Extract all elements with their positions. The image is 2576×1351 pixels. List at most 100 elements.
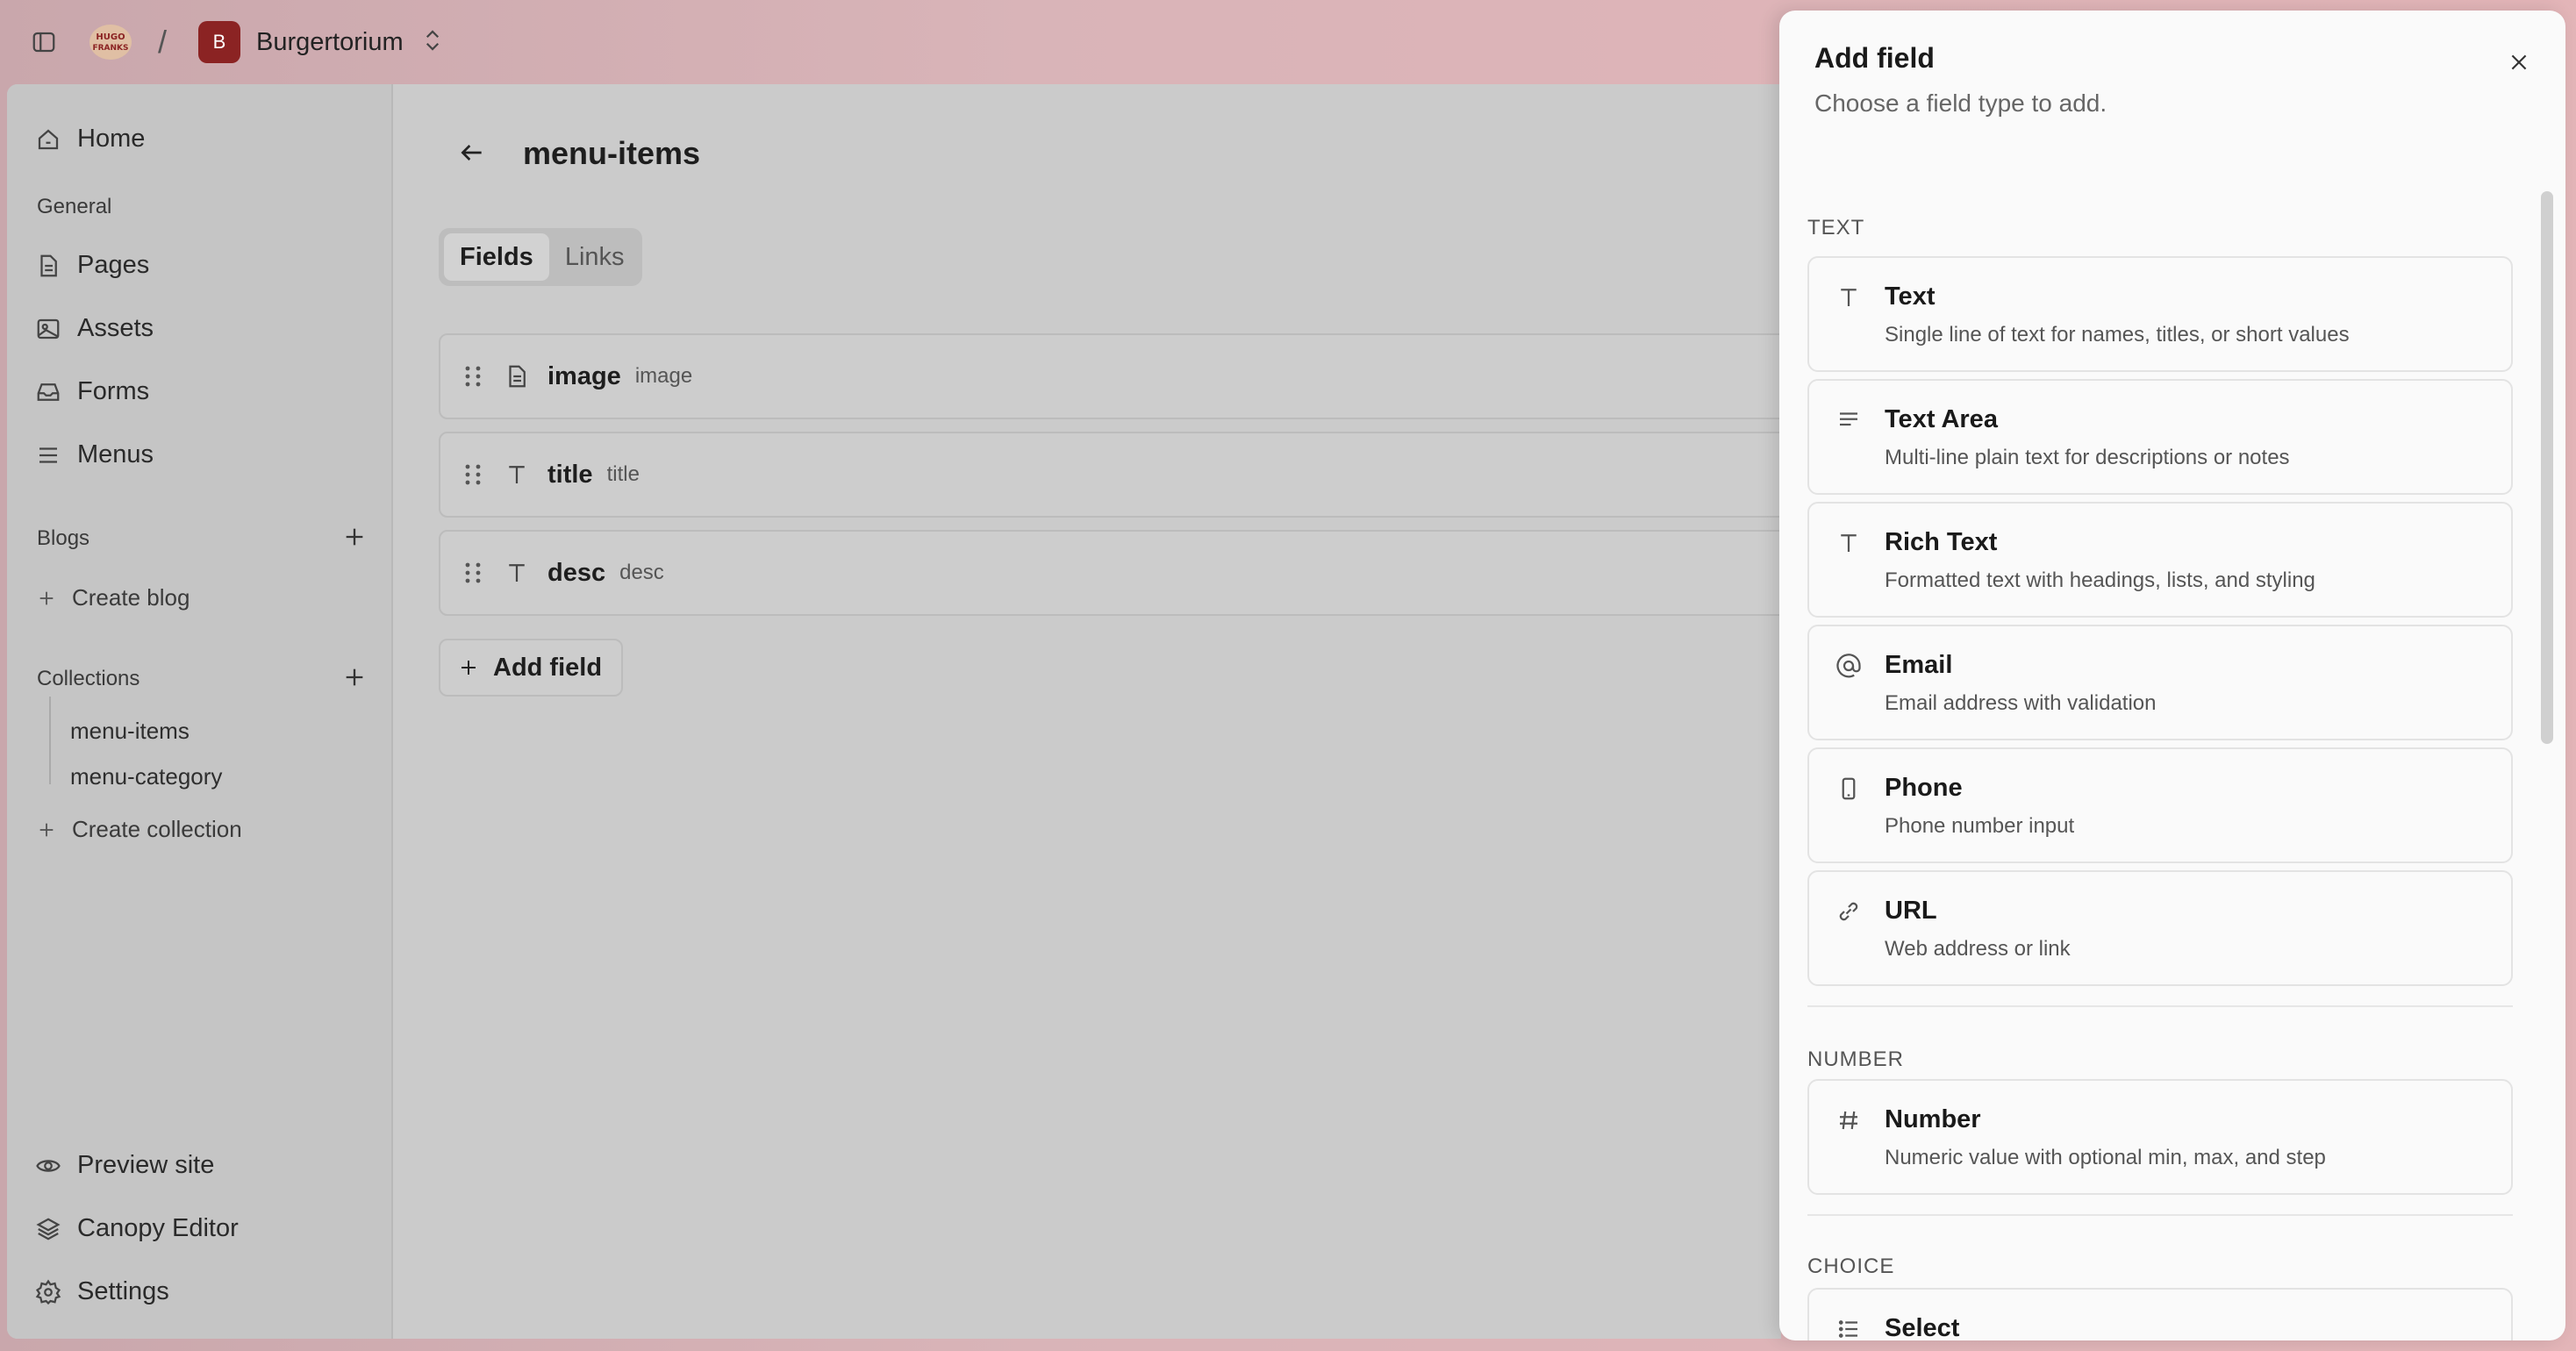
arrow-left-icon[interactable]: [458, 139, 486, 171]
list-icon: [1838, 1320, 1857, 1338]
field-type-url[interactable]: URL Web address or link: [1807, 870, 2513, 986]
sidebar-item-pages[interactable]: Pages: [35, 251, 149, 280]
sidebar-item-label: Forms: [77, 377, 150, 405]
sidebar-item-label: Home: [77, 125, 146, 153]
svg-text:FRANKS: FRANKS: [92, 44, 128, 53]
drawer-title: Add field: [1814, 42, 1935, 74]
field-type-text[interactable]: Text Single line of text for names, titl…: [1807, 256, 2513, 372]
add-collection-plus-icon[interactable]: [342, 665, 367, 694]
file-icon: [40, 254, 57, 276]
create-blog-button[interactable]: Create blog: [37, 584, 190, 611]
home-icon: [38, 129, 59, 149]
collection-tree-line: [49, 697, 51, 784]
tab-links[interactable]: Links: [549, 233, 640, 281]
section-label-collections: Collections: [37, 667, 140, 690]
field-row-image[interactable]: image image: [439, 333, 1781, 419]
field-type-name: Number: [1885, 1105, 1981, 1133]
field-type-name: Rich Text: [1885, 528, 1998, 556]
tab-bar: Fields Links: [439, 228, 642, 286]
chevron-up-down-icon[interactable]: [423, 27, 442, 58]
create-collection-button[interactable]: Create collection: [37, 816, 242, 843]
sidebar-item-home[interactable]: Home: [35, 125, 145, 154]
file-icon: [509, 365, 526, 388]
at-icon: [1836, 654, 1861, 678]
section-label-blogs: Blogs: [37, 526, 90, 550]
sidebar-item-assets[interactable]: Assets: [35, 314, 154, 343]
create-collection-label: Create collection: [72, 816, 242, 842]
add-blog-plus-icon[interactable]: [342, 525, 367, 554]
sidebar-item-forms[interactable]: Forms: [35, 377, 149, 406]
text-icon: [1841, 534, 1857, 552]
field-type-text-area[interactable]: Text Area Multi-line plain text for desc…: [1807, 379, 2513, 495]
field-type-desc: Phone number input: [1885, 814, 2075, 838]
sidebar-item-label: Assets: [77, 314, 154, 342]
org-name[interactable]: Burgertorium: [256, 28, 404, 57]
tab-fields[interactable]: Fields: [444, 233, 549, 281]
sidebar-item-menus[interactable]: Menus: [35, 440, 154, 469]
field-row-desc[interactable]: desc desc: [439, 530, 1781, 616]
field-key: title: [606, 462, 640, 486]
field-type-name: URL: [1885, 897, 1937, 925]
plus-icon: [39, 591, 54, 604]
field-row-title[interactable]: title title: [439, 432, 1781, 518]
add-field-button[interactable]: Add field: [439, 639, 623, 697]
field-name: image: [547, 361, 621, 390]
field-type-name: Text: [1885, 282, 1936, 311]
layers-icon: [36, 1217, 61, 1240]
field-key: desc: [619, 561, 664, 584]
drag-handle-icon[interactable]: [462, 363, 484, 390]
group-label-number: NUMBER: [1807, 1047, 1905, 1071]
field-type-rich-text[interactable]: Rich Text Formatted text with headings, …: [1807, 502, 2513, 618]
group-divider: [1807, 1005, 2513, 1007]
sidebar-item-preview-site[interactable]: Preview site: [35, 1151, 214, 1180]
text-icon: [509, 564, 525, 582]
field-type-desc: Numeric value with optional min, max, an…: [1885, 1146, 2326, 1169]
drag-handle-icon[interactable]: [462, 461, 484, 488]
add-field-drawer: Add field Choose a field type to add. TE…: [1779, 11, 2565, 1340]
sidebar-toggle-icon[interactable]: [26, 25, 61, 60]
group-divider: [1807, 1214, 2513, 1216]
sidebar: Home General Pages Assets Forms Menus Bl…: [7, 84, 393, 1339]
collection-item-menu-category[interactable]: menu-category: [70, 763, 222, 790]
close-icon[interactable]: [2508, 51, 2530, 78]
sidebar-item-label: Preview site: [77, 1151, 215, 1179]
drawer-scrollbar[interactable]: [2541, 191, 2553, 744]
page-title: menu-items: [523, 135, 701, 171]
gear-icon: [35, 1278, 61, 1305]
field-type-email[interactable]: Email Email address with validation: [1807, 625, 2513, 740]
eye-icon: [36, 1159, 61, 1172]
drag-handle-icon[interactable]: [462, 560, 484, 586]
plus-icon: [39, 823, 54, 836]
menu-lines-icon: [39, 447, 57, 463]
sidebar-item-settings[interactable]: Settings: [35, 1277, 169, 1306]
field-type-desc: Formatted text with headings, lists, and…: [1885, 568, 2315, 592]
sidebar-item-label: Canopy Editor: [77, 1214, 239, 1242]
inbox-icon: [37, 382, 60, 401]
group-label-text: TEXT: [1807, 216, 1865, 239]
field-type-select[interactable]: Select: [1807, 1288, 2513, 1340]
sidebar-item-label: Pages: [77, 251, 150, 279]
brand-logo: HUGO FRANKS: [86, 21, 135, 63]
hash-icon: [1840, 1111, 1857, 1130]
sidebar-item-label: Settings: [77, 1277, 169, 1305]
field-type-phone[interactable]: Phone Phone number input: [1807, 747, 2513, 863]
main-content: menu-items Fields Links image image titl…: [395, 84, 1781, 1339]
lines-icon: [1840, 412, 1857, 426]
create-blog-label: Create blog: [72, 584, 190, 611]
field-key: image: [634, 364, 693, 388]
field-name: desc: [547, 558, 606, 587]
svg-text:HUGO: HUGO: [96, 32, 125, 42]
sidebar-item-canopy-editor[interactable]: Canopy Editor: [35, 1214, 239, 1243]
sidebar-item-label: Menus: [77, 440, 154, 468]
collection-item-menu-items[interactable]: menu-items: [70, 718, 190, 745]
field-type-name: Email: [1885, 651, 1953, 679]
field-type-desc: Multi-line plain text for descriptions o…: [1885, 446, 2290, 469]
org-avatar[interactable]: B: [198, 21, 241, 63]
text-icon: [509, 466, 525, 483]
field-type-desc: Single line of text for names, titles, o…: [1885, 323, 2350, 347]
section-label-general: General: [37, 195, 112, 218]
field-name: title: [547, 460, 593, 489]
image-icon: [37, 318, 60, 339]
field-type-number[interactable]: Number Numeric value with optional min, …: [1807, 1079, 2513, 1195]
top-bar: HUGO FRANKS / B Burgertorium: [0, 0, 1781, 84]
